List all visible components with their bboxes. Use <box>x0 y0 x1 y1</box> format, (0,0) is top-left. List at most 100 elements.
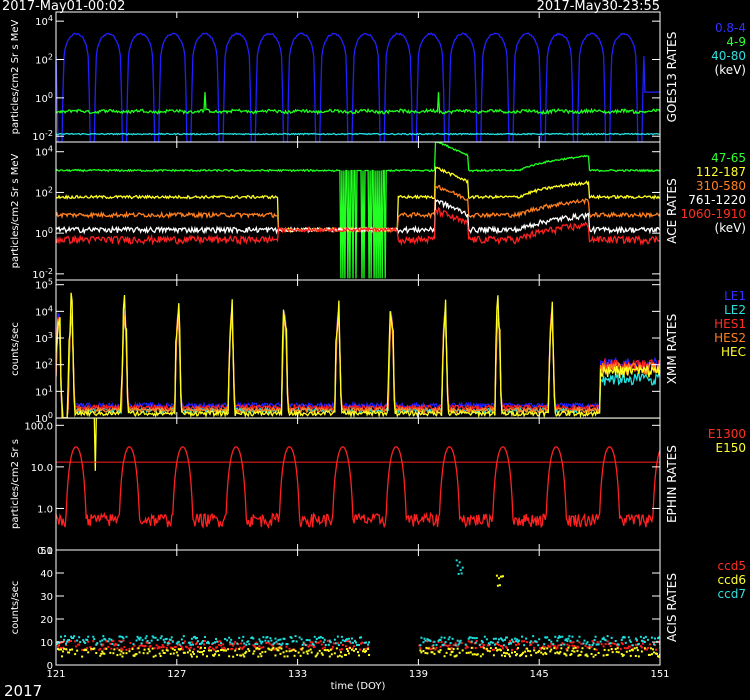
acis-point <box>594 635 597 638</box>
multi-panel-rates-chart: 2017-May01-00:02 2017-May30-23:55 10-2 100 1… <box>0 0 750 700</box>
acis-point <box>135 639 138 642</box>
acis-point <box>492 637 495 640</box>
acis-point <box>540 651 543 654</box>
acis-point <box>145 635 148 638</box>
acis-point <box>483 635 486 638</box>
acis-point <box>424 651 427 654</box>
acis-point <box>156 638 159 641</box>
acis-point <box>273 642 276 645</box>
acis-point <box>158 646 161 649</box>
acis-point <box>84 642 87 645</box>
acis-point <box>434 648 437 651</box>
acis-point <box>481 641 484 644</box>
acis-point <box>152 636 155 639</box>
acis-point <box>203 635 206 638</box>
acis-point <box>180 638 183 641</box>
series-line <box>56 315 660 418</box>
acis-point <box>265 642 268 645</box>
acis-point <box>521 640 524 643</box>
acis-point <box>188 641 191 644</box>
acis-point <box>338 654 341 657</box>
acis-point <box>125 648 128 651</box>
acis-point <box>257 655 260 658</box>
acis-point <box>198 651 201 654</box>
acis-point <box>115 643 118 646</box>
acis-point <box>538 649 541 652</box>
acis-point <box>610 636 613 639</box>
acis-point <box>210 649 213 652</box>
acis-point <box>538 638 541 641</box>
acis-point <box>429 640 432 643</box>
acis-point <box>105 647 108 650</box>
acis-point <box>283 655 286 658</box>
acis-point <box>636 649 639 652</box>
acis-point <box>60 635 63 638</box>
acis-point <box>514 637 517 640</box>
y-tick-label: 40 <box>40 569 53 580</box>
acis-point <box>586 655 589 658</box>
acis-point <box>313 635 316 638</box>
acis-point <box>470 646 473 649</box>
acis-point <box>163 641 166 644</box>
acis-point <box>141 644 144 647</box>
acis-point <box>141 639 144 642</box>
acis-point <box>165 637 168 640</box>
acis-point <box>635 638 638 641</box>
acis-point <box>631 649 634 652</box>
acis-point <box>446 644 449 647</box>
acis-point <box>489 647 492 650</box>
series-line <box>56 184 660 234</box>
acis-point <box>274 637 277 640</box>
acis-point <box>571 649 574 652</box>
acis-point <box>295 640 298 643</box>
acis-point <box>502 644 505 647</box>
acis-point <box>107 640 110 643</box>
legend-entry: LE1 <box>724 289 746 303</box>
y-axis-label: particles/cm2 Sr s MeV <box>10 153 21 268</box>
acis-point <box>61 655 64 658</box>
acis-point <box>620 653 623 656</box>
acis-point <box>619 648 622 651</box>
series-line <box>56 315 660 418</box>
acis-point <box>189 653 192 656</box>
acis-point <box>109 651 112 654</box>
acis-point <box>646 646 649 649</box>
acis-point <box>323 638 326 641</box>
acis-point <box>351 641 354 644</box>
acis-point <box>138 651 141 654</box>
acis-point <box>172 652 175 655</box>
acis-point <box>460 572 463 575</box>
acis-point <box>318 649 321 652</box>
acis-point <box>497 638 500 641</box>
acis-point <box>73 635 76 638</box>
panel-goes13-rates: 10-2 100 102 104 particles/cm2 Sr s MeV GOES1… <box>10 11 746 143</box>
acis-point <box>469 651 472 654</box>
acis-point <box>474 641 477 644</box>
acis-point <box>573 644 576 647</box>
acis-point <box>457 643 460 646</box>
acis-point <box>200 651 203 654</box>
acis-point <box>500 645 503 648</box>
acis-point <box>461 649 464 652</box>
legend-entry: LE2 <box>724 303 746 317</box>
acis-point <box>60 648 63 651</box>
acis-point <box>439 649 442 652</box>
acis-point <box>220 644 223 647</box>
acis-point <box>479 655 482 658</box>
acis-point <box>93 638 96 641</box>
acis-point <box>262 636 265 639</box>
acis-point <box>294 650 297 653</box>
acis-point <box>182 635 185 638</box>
acis-point <box>165 646 168 649</box>
acis-point <box>258 645 261 648</box>
acis-point <box>175 651 178 654</box>
acis-point <box>439 645 442 648</box>
acis-point <box>652 651 655 654</box>
acis-point <box>286 655 289 658</box>
acis-point <box>190 655 193 658</box>
acis-point <box>344 645 347 648</box>
acis-point <box>174 646 177 649</box>
acis-point <box>554 652 557 655</box>
acis-point <box>116 647 119 650</box>
acis-point <box>473 637 476 640</box>
